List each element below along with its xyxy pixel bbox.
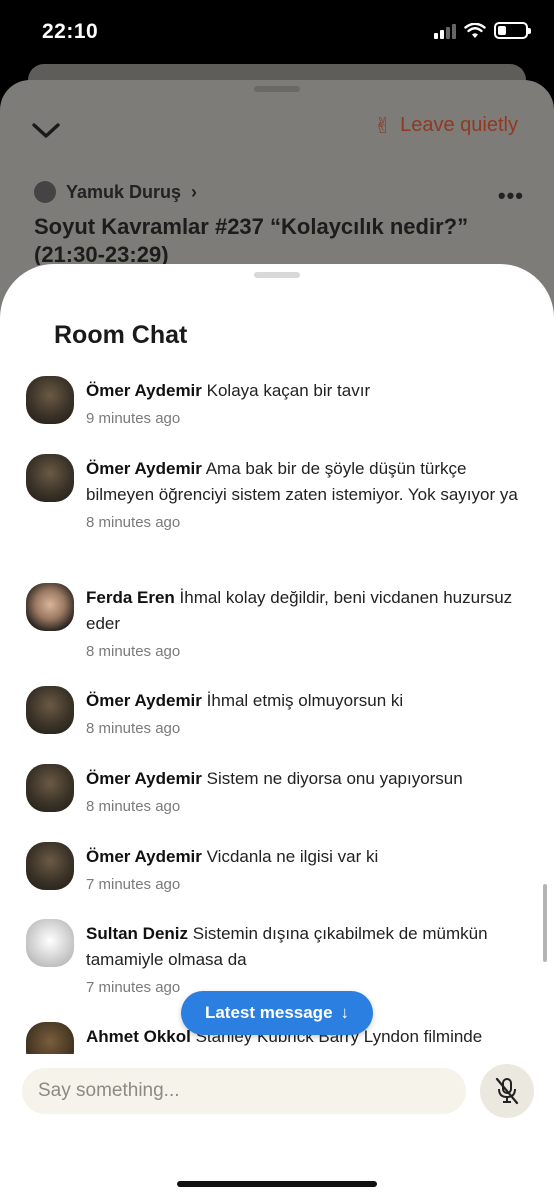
message-author[interactable]: Ahmet Okkol: [86, 1027, 191, 1046]
peace-hand-icon: ✌: [373, 112, 393, 138]
chat-message: Ferda Eren İhmal kolay değildir, beni vi…: [26, 583, 536, 660]
avatar[interactable]: [26, 1022, 74, 1054]
chat-message: Ömer Aydemir İhmal etmiş olmuyorsun ki 8…: [26, 686, 536, 737]
chat-message: Sultan Deniz Sistemin dışına çıkabilmek …: [26, 919, 536, 996]
signal-icon: [434, 23, 456, 39]
message-author[interactable]: Sultan Deniz: [86, 924, 188, 943]
latest-message-button[interactable]: Latest message ↓: [181, 991, 373, 1035]
message-author[interactable]: Ferda Eren: [86, 588, 175, 607]
message-time: 9 minutes ago: [86, 410, 181, 427]
latest-message-label: Latest message: [204, 1003, 333, 1022]
message-time: 8 minutes ago: [86, 643, 181, 660]
avatar[interactable]: [26, 842, 74, 890]
chat-scrollbar[interactable]: [543, 884, 547, 962]
mic-off-icon: [495, 1077, 519, 1105]
home-indicator[interactable]: [177, 1181, 377, 1187]
avatar[interactable]: [26, 764, 74, 812]
message-author[interactable]: Ömer Aydemir: [86, 459, 202, 478]
message-text: Vicdanla ne ilgisi var ki: [206, 847, 379, 866]
club-link[interactable]: Yamuk Duruş ›: [34, 181, 197, 203]
message-author[interactable]: Ömer Aydemir: [86, 381, 202, 400]
more-dots-icon[interactable]: •••: [498, 183, 524, 209]
message-text: Kolaya kaçan bir tavır: [206, 381, 371, 400]
chevron-right-icon: ›: [191, 181, 198, 202]
message-time: 8 minutes ago: [86, 514, 181, 531]
chat-message: Ömer Aydemir Vicdanla ne ilgisi var ki 7…: [26, 842, 536, 893]
room-chat-sheet: Room Chat Ömer Aydemir Kolaya kaçan bir …: [0, 264, 554, 1200]
status-icons: [434, 22, 531, 39]
chat-message: Ömer Aydemir Sistem ne diyorsa onu yapıy…: [26, 764, 536, 815]
avatar[interactable]: [26, 376, 74, 424]
avatar[interactable]: [26, 454, 74, 502]
message-author[interactable]: Ömer Aydemir: [86, 769, 202, 788]
wifi-icon: [464, 22, 486, 38]
message-author[interactable]: Ömer Aydemir: [86, 691, 202, 710]
leave-quietly-label: Leave quietly: [400, 114, 518, 136]
arrow-down-icon: ↓: [340, 1003, 350, 1022]
room-title: Soyut Kavramlar #237 “Kolaycılık nedir?”…: [34, 214, 469, 265]
chat-input[interactable]: [22, 1068, 466, 1114]
message-time: 7 minutes ago: [86, 876, 181, 893]
chevron-down-icon: [32, 123, 60, 138]
status-time: 22:10: [42, 20, 99, 43]
message-text: Sistem ne diyorsa onu yapıyorsun: [206, 769, 463, 788]
avatar[interactable]: [26, 583, 74, 631]
chat-message: Ömer Aydemir Kolaya kaçan bir tavır 9 mi…: [26, 376, 536, 427]
message-time: 8 minutes ago: [86, 798, 181, 815]
message-time: 8 minutes ago: [86, 720, 181, 737]
message-text: İhmal etmiş olmuyorsun ki: [206, 691, 404, 710]
message-author[interactable]: Ömer Aydemir: [86, 847, 202, 866]
chat-title: Room Chat: [54, 321, 188, 349]
collapse-button[interactable]: [30, 115, 62, 147]
leave-quietly-button[interactable]: ✌ Leave quietly: [374, 114, 518, 137]
avatar[interactable]: [26, 686, 74, 734]
room-grabber[interactable]: [254, 86, 300, 92]
sheet-grabber[interactable]: [254, 272, 300, 278]
mute-mic-button[interactable]: [480, 1064, 534, 1118]
status-bar: 22:10: [0, 0, 554, 62]
avatar[interactable]: [26, 919, 74, 967]
battery-icon: [494, 22, 531, 39]
chat-message: Ömer Aydemir Ama bak bir de şöyle düşün …: [26, 454, 536, 531]
club-name: Yamuk Duruş: [66, 181, 182, 202]
club-avatar: [34, 181, 56, 203]
